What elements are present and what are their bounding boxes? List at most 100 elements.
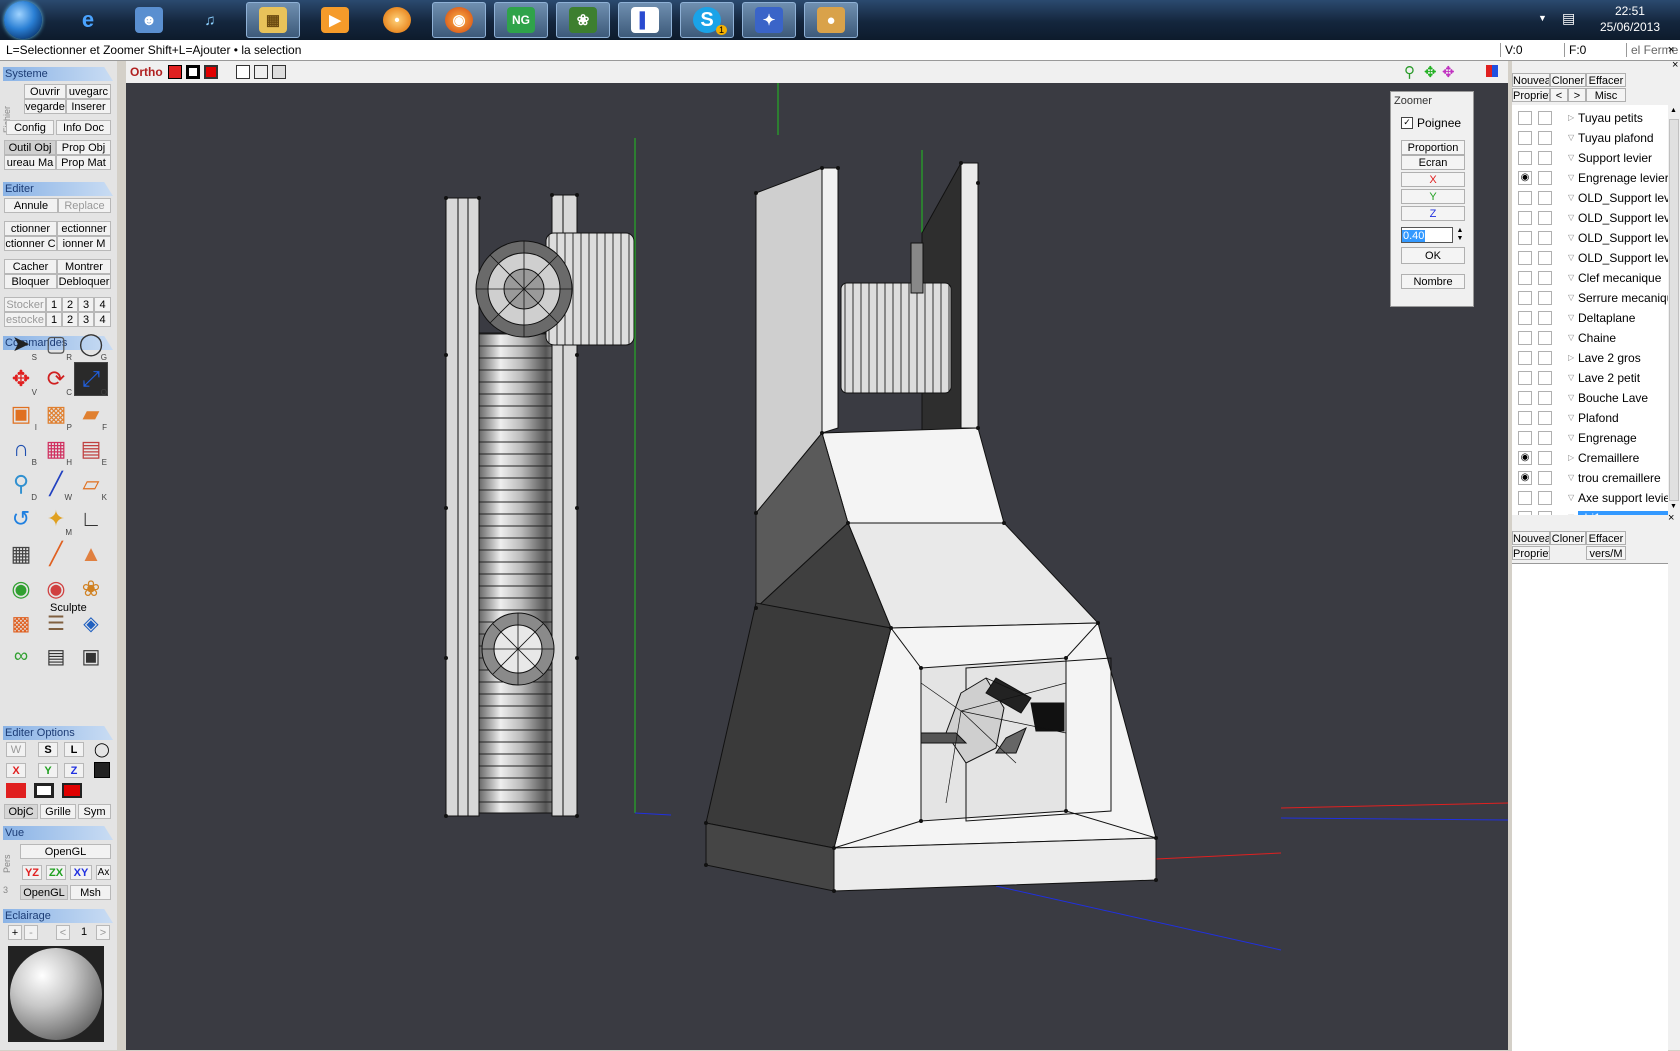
visibility-toggle[interactable] (1518, 111, 1532, 125)
vers-button[interactable]: vers/M (1586, 546, 1626, 560)
zoom-y-button[interactable]: Y (1401, 189, 1465, 204)
notepad-icon[interactable]: NG (494, 2, 548, 38)
replace-button[interactable]: Replace (58, 198, 111, 213)
tree-item[interactable]: ▽ Support levier (1512, 148, 1668, 168)
option-z-button[interactable]: Z (64, 763, 84, 778)
lock-toggle[interactable] (1538, 451, 1552, 465)
expand-triangle-icon[interactable]: ▽ (1568, 333, 1574, 342)
visibility-toggle[interactable] (1518, 391, 1532, 405)
opengl-tab[interactable]: OpenGL (20, 885, 68, 900)
lock-toggle[interactable] (1538, 111, 1552, 125)
rotate-icon[interactable]: ⟳ C (40, 363, 72, 397)
sauvegarder-sous-button[interactable]: vegarde (24, 99, 66, 114)
stock-slot-1[interactable]: 1 (46, 297, 62, 312)
lock-toggle[interactable] (1538, 511, 1552, 515)
bureau-mat-button[interactable]: ureau Ma (4, 155, 56, 170)
restock-slot-1[interactable]: 1 (46, 312, 62, 327)
lock-toggle[interactable] (1538, 211, 1552, 225)
option-w-button[interactable]: W (6, 742, 26, 757)
zoom-value-field[interactable]: 0.40 (1401, 227, 1453, 243)
lock-toggle[interactable] (1538, 491, 1552, 505)
option-l-button[interactable]: L (64, 742, 84, 757)
expand-triangle-icon[interactable]: ▽ (1568, 173, 1574, 182)
clock[interactable]: 22:51 25/06/2013 (1600, 3, 1660, 35)
expand-triangle-icon[interactable]: ▽ (1568, 493, 1574, 502)
zoom-x-button[interactable]: X (1401, 172, 1465, 187)
messenger-icon[interactable]: ☻ (122, 2, 176, 38)
deselectionner-button[interactable]: ectionner (57, 221, 111, 236)
lock-toggle[interactable] (1538, 251, 1552, 265)
extrude-icon[interactable]: ▲ (75, 538, 107, 570)
tree-item[interactable]: ◉ ▽ trou cremaillere (1512, 468, 1668, 488)
visibility-toggle[interactable]: ◉ (1518, 471, 1532, 485)
object-mode-icon[interactable] (236, 65, 250, 79)
zoom-spinner[interactable]: ▲ ▼ (1455, 227, 1465, 243)
cube-grid-icon[interactable]: ▦ (5, 538, 37, 570)
cloner-button[interactable]: Cloner (1550, 73, 1586, 87)
light-prev-button[interactable]: < (56, 925, 70, 940)
annule-button[interactable]: Annule (4, 198, 58, 213)
chart-app-icon[interactable]: ▌ (618, 2, 672, 38)
visibility-toggle[interactable] (1518, 251, 1532, 265)
tree-item[interactable]: ▽ Axe support levier (1512, 488, 1668, 508)
cylinder-icon[interactable]: ◉ (5, 573, 37, 605)
pers-tab[interactable]: Pers (2, 843, 12, 873)
paint-app-icon[interactable]: ● (804, 2, 858, 38)
rect-select-icon[interactable]: ▢ R (40, 328, 72, 362)
lock-toggle[interactable] (1538, 151, 1552, 165)
montrer-button[interactable]: Montrer (57, 259, 111, 274)
select-arrow-icon[interactable]: ➤ S (5, 328, 37, 362)
tree-item[interactable]: ◉ ▷ Cremaillere (1512, 448, 1668, 468)
stock-slot-4[interactable]: 4 (94, 297, 111, 312)
expand-triangle-icon[interactable]: ▽ (1568, 473, 1574, 482)
media-player-icon[interactable]: ▶ (308, 2, 362, 38)
firefox-icon[interactable]: ◉ (432, 2, 486, 38)
grid-snap-icon[interactable] (94, 762, 110, 778)
section-systeme[interactable]: Systeme (3, 67, 113, 81)
tree-item[interactable]: ▷ Lave 2 gros (1512, 348, 1668, 368)
expand-triangle-icon[interactable]: ▽ (1568, 293, 1574, 302)
lock-toggle[interactable] (1538, 171, 1552, 185)
visibility-toggle[interactable] (1518, 291, 1532, 305)
expand-triangle-icon[interactable]: ▽ (1568, 193, 1574, 202)
poignee-checkbox[interactable]: ✓ (1401, 117, 1413, 129)
tree-item[interactable]: ▽ Engrenage (1512, 428, 1668, 448)
select-face-icon[interactable] (62, 783, 82, 798)
debloquer-button[interactable]: Debloquer (57, 274, 111, 289)
ecran-button[interactable]: Ecran (1401, 155, 1465, 170)
restock-slot-2[interactable]: 2 (62, 312, 78, 327)
expand-triangle-icon[interactable]: ▽ (1568, 413, 1574, 422)
itunes-icon[interactable]: ♫ (183, 2, 237, 38)
visibility-toggle[interactable] (1518, 511, 1532, 515)
nombre-button[interactable]: Nombre (1401, 274, 1465, 289)
orbit-icon[interactable]: ↺ (5, 503, 37, 535)
prop-mat-button[interactable]: Prop Mat (56, 155, 111, 170)
tree-item[interactable]: ▷ Tuyau petits (1512, 108, 1668, 128)
zoom-z-button[interactable]: Z (1401, 206, 1465, 221)
select-vertex-icon[interactable] (6, 783, 26, 798)
cloner-button-2[interactable]: Cloner (1550, 531, 1586, 545)
visibility-toggle[interactable] (1518, 271, 1532, 285)
visibility-toggle[interactable] (1518, 191, 1532, 205)
lock-toggle[interactable] (1538, 271, 1552, 285)
restock-slot-4[interactable]: 4 (94, 312, 111, 327)
layout-icon[interactable] (1486, 65, 1498, 77)
lock-toggle[interactable] (1538, 131, 1552, 145)
selectionner-m-button[interactable]: ionner M (57, 236, 111, 251)
tree-item[interactable]: ▽ Tuyau plafond (1512, 128, 1668, 148)
paint-bucket-icon[interactable]: ▣ I (5, 398, 37, 432)
barrel-icon[interactable]: ◉ (40, 573, 72, 605)
visibility-toggle[interactable] (1518, 411, 1532, 425)
inserer-button[interactable]: Inserer (66, 99, 111, 114)
section-vue[interactable]: Vue (3, 826, 113, 840)
msh-tab[interactable]: Msh (70, 885, 111, 900)
visibility-toggle[interactable] (1518, 151, 1532, 165)
ouvrir-button[interactable]: Ouvrir (24, 84, 66, 99)
lock-toggle[interactable] (1538, 291, 1552, 305)
sculpt-tree-icon[interactable]: ☰ (40, 607, 72, 639)
wand-icon[interactable]: ✦ M (40, 503, 72, 537)
visibility-toggle[interactable] (1518, 351, 1532, 365)
visibility-toggle[interactable] (1518, 491, 1532, 505)
box-icon[interactable]: ▩ P (40, 398, 72, 432)
expand-triangle-icon[interactable]: ▷ (1568, 353, 1574, 362)
